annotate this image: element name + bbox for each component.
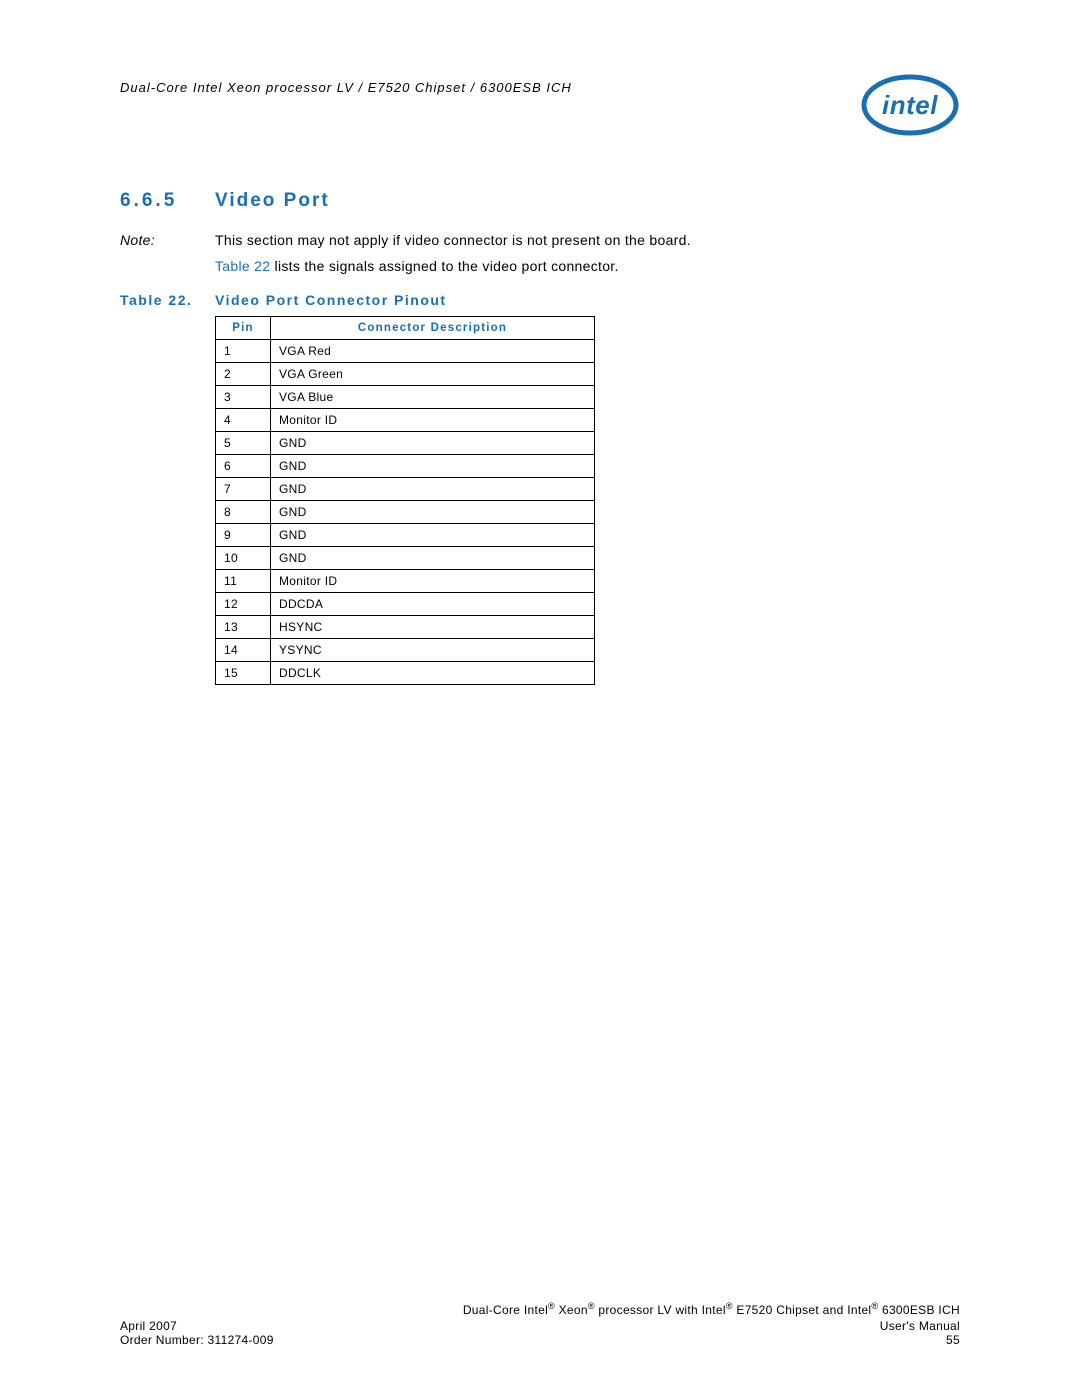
intel-logo-icon: intel	[860, 70, 960, 140]
cell-pin: 8	[216, 501, 271, 524]
cell-pin: 14	[216, 639, 271, 662]
table-caption-number: Table 22.	[120, 292, 215, 308]
cell-desc: YSYNC	[271, 639, 595, 662]
body-rest: lists the signals assigned to the video …	[270, 258, 618, 274]
table-row: 6GND	[216, 455, 595, 478]
table-row: 3VGA Blue	[216, 386, 595, 409]
note-text: This section may not apply if video conn…	[215, 232, 691, 248]
cell-pin: 10	[216, 547, 271, 570]
footer-date: April 2007	[120, 1319, 274, 1333]
cell-pin: 13	[216, 616, 271, 639]
footer-manual: User's Manual	[880, 1319, 960, 1333]
section-number: 6.6.5	[120, 190, 215, 212]
table-row: 10GND	[216, 547, 595, 570]
table-row: 1VGA Red	[216, 340, 595, 363]
cell-pin: 1	[216, 340, 271, 363]
table-row: 15DDCLK	[216, 662, 595, 685]
cell-desc: GND	[271, 501, 595, 524]
table-row: 12DDCDA	[216, 593, 595, 616]
col-header-pin: Pin	[216, 317, 271, 340]
table-body: 1VGA Red2VGA Green3VGA Blue4Monitor ID5G…	[216, 340, 595, 685]
table-row: 11Monitor ID	[216, 570, 595, 593]
footer-left: April 2007 Order Number: 311274-009	[120, 1319, 274, 1347]
cell-desc: HSYNC	[271, 616, 595, 639]
cell-pin: 2	[216, 363, 271, 386]
cell-pin: 4	[216, 409, 271, 432]
table-row: 4Monitor ID	[216, 409, 595, 432]
cell-desc: DDCLK	[271, 662, 595, 685]
cell-pin: 5	[216, 432, 271, 455]
cell-desc: VGA Green	[271, 363, 595, 386]
running-header-text: Dual-Core Intel Xeon processor LV / E752…	[120, 80, 572, 95]
cell-desc: GND	[271, 478, 595, 501]
cell-pin: 3	[216, 386, 271, 409]
cell-desc: VGA Blue	[271, 386, 595, 409]
cell-pin: 6	[216, 455, 271, 478]
table-crossref-link[interactable]: Table 22	[215, 258, 270, 274]
table-row: 2VGA Green	[216, 363, 595, 386]
table-row: 14YSYNC	[216, 639, 595, 662]
document-page: Dual-Core Intel Xeon processor LV / E752…	[0, 0, 1080, 1397]
cell-desc: DDCDA	[271, 593, 595, 616]
table-caption-title: Video Port Connector Pinout	[215, 292, 447, 308]
footer-page-number: 55	[880, 1333, 960, 1347]
table-header-row: Pin Connector Description	[216, 317, 595, 340]
col-header-desc: Connector Description	[271, 317, 595, 340]
cell-desc: VGA Red	[271, 340, 595, 363]
cell-desc: Monitor ID	[271, 409, 595, 432]
cell-pin: 12	[216, 593, 271, 616]
cell-desc: Monitor ID	[271, 570, 595, 593]
section-heading: 6.6.5 Video Port	[120, 190, 960, 212]
table-row: 9GND	[216, 524, 595, 547]
table-row: 5GND	[216, 432, 595, 455]
footer-right: User's Manual 55	[880, 1319, 960, 1347]
footer-product-line: Dual-Core Intel® Xeon® processor LV with…	[120, 1301, 960, 1317]
cell-desc: GND	[271, 455, 595, 478]
cell-desc: GND	[271, 524, 595, 547]
cell-desc: GND	[271, 432, 595, 455]
note-block: Note: This section may not apply if vide…	[120, 232, 960, 248]
svg-text:intel: intel	[882, 90, 938, 120]
cell-pin: 7	[216, 478, 271, 501]
section-title: Video Port	[215, 190, 330, 212]
pinout-table: Pin Connector Description 1VGA Red2VGA G…	[215, 316, 595, 685]
footer-order-number: Order Number: 311274-009	[120, 1333, 274, 1347]
page-footer: Dual-Core Intel® Xeon® processor LV with…	[120, 1301, 960, 1347]
table-caption: Table 22. Video Port Connector Pinout	[120, 292, 960, 308]
cell-pin: 15	[216, 662, 271, 685]
table-row: 8GND	[216, 501, 595, 524]
page-header: Dual-Core Intel Xeon processor LV / E752…	[120, 70, 960, 140]
table-row: 7GND	[216, 478, 595, 501]
table-row: 13HSYNC	[216, 616, 595, 639]
cell-desc: GND	[271, 547, 595, 570]
note-label: Note:	[120, 232, 215, 248]
cell-pin: 11	[216, 570, 271, 593]
body-paragraph: Table 22 lists the signals assigned to t…	[120, 258, 960, 274]
body-text: Table 22 lists the signals assigned to t…	[215, 258, 619, 274]
cell-pin: 9	[216, 524, 271, 547]
